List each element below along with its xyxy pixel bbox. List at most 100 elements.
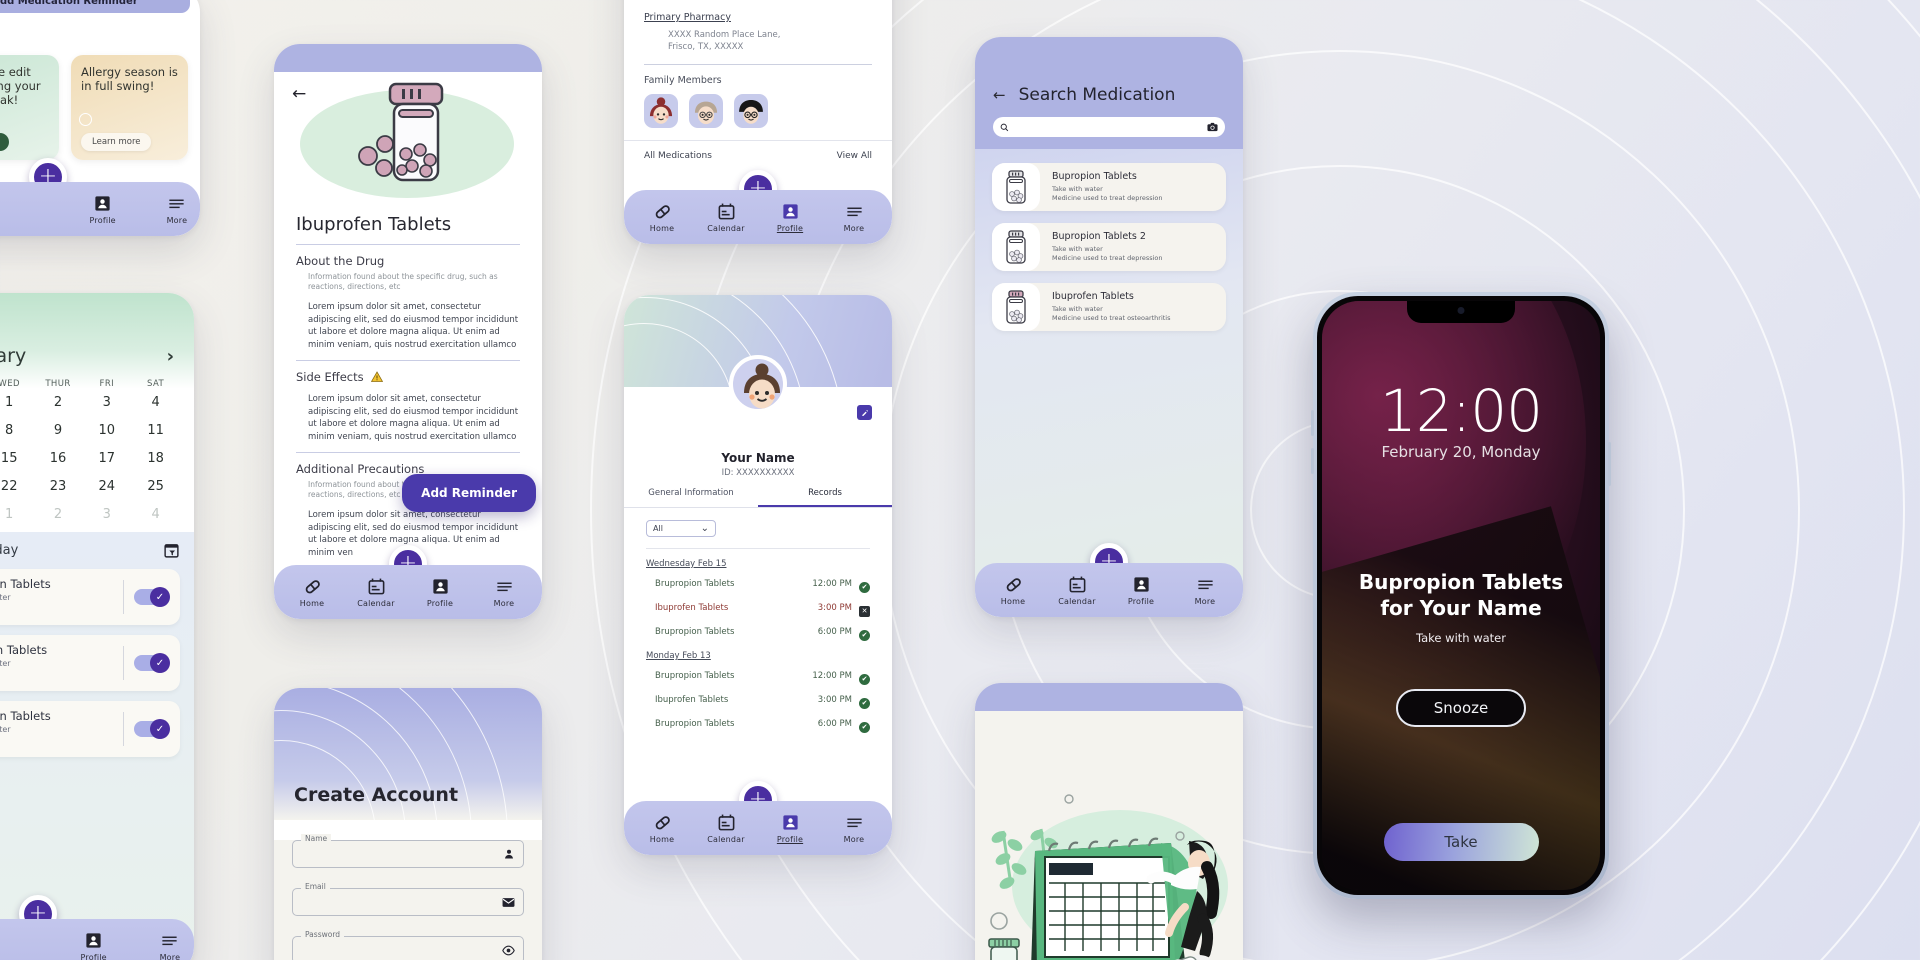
records-filter-select[interactable]: All ⌄	[646, 520, 716, 537]
add-reminder-button[interactable]: Add Reminder	[402, 474, 536, 512]
calendar-day[interactable]: 2	[34, 395, 83, 410]
nav-item-calendar[interactable]: Calendar	[703, 202, 749, 233]
calendar-day[interactable]: 1	[0, 395, 34, 410]
nav-item-home[interactable]: Home	[639, 813, 685, 844]
medication-row[interactable]: Ibuprofen Tablets Take with water 3:00 PM ✓	[0, 635, 180, 691]
calendar-day[interactable]: 2	[34, 507, 83, 522]
medication-info: Ibuprofen Tablets Take with water 3:00 PM	[0, 643, 47, 683]
email-field[interactable]: Email	[292, 882, 524, 916]
nav-item-more[interactable]: More	[831, 813, 877, 844]
woman-with-calendar-illustration	[988, 794, 1228, 960]
nav-item-profile[interactable]: Profile	[417, 577, 463, 608]
tab-general-information[interactable]: General Information	[624, 488, 758, 507]
calendar-day[interactable]: 3	[82, 507, 131, 522]
record-row[interactable]: Brupropion Tablets 12:00 PM ✔	[646, 666, 870, 685]
medication-instruction: Take with water	[0, 593, 11, 602]
nav-item-profile[interactable]: Profile	[767, 202, 813, 233]
calendar-day[interactable]: 16	[34, 451, 83, 466]
search-result-row[interactable]: Bupropion Tablets 2 Take with water Medici…	[992, 223, 1226, 271]
nav-item-profile[interactable]: Profile	[86, 194, 120, 225]
calendar-day[interactable]: 24	[82, 479, 131, 494]
record-status: ✔	[852, 714, 870, 733]
nav-item-home[interactable]: Home	[289, 577, 335, 608]
camera-icon[interactable]	[1207, 122, 1218, 132]
nav-item-home[interactable]: Home	[639, 202, 685, 233]
nav-item-profile[interactable]: Profile	[1118, 575, 1164, 606]
calendar-day-grid: 311234789101114151617182122232425281234	[0, 389, 194, 532]
search-input[interactable]	[993, 117, 1225, 137]
avatar[interactable]	[689, 94, 723, 128]
medication-row[interactable]: Bupropion Tablets Take with water 6:00 PM ✓	[0, 701, 180, 757]
calendar-day[interactable]: 15	[0, 451, 34, 466]
calendar-day[interactable]: 25	[131, 479, 180, 494]
record-row[interactable]: Brupropion Tablets 6:00 PM ✔	[646, 622, 870, 641]
password-field[interactable]: Password	[292, 930, 524, 960]
medication-row[interactable]: Bupropion Tablets Take with water 12:00 PM…	[0, 569, 180, 625]
nav-item-profile[interactable]: Profile	[767, 813, 813, 844]
volume-down-button[interactable]	[1311, 448, 1314, 474]
avatar[interactable]	[734, 94, 768, 128]
avatar[interactable]	[729, 355, 787, 413]
take-button[interactable]: Take	[1383, 823, 1539, 861]
medication-taken-toggle[interactable]: ✓	[134, 587, 170, 607]
record-row[interactable]: Brupropion Tablets 12:00 PM ✔	[646, 574, 870, 593]
front-camera-icon	[1457, 307, 1465, 314]
view-all-link[interactable]: View All	[837, 151, 872, 161]
person-icon	[505, 849, 513, 859]
home-card-cta[interactable]: Learn more	[81, 133, 152, 151]
search-result-row[interactable]: Ibuprofen Tablets Take with water Medicine…	[992, 283, 1226, 331]
name-field[interactable]: Name	[292, 834, 524, 868]
nav-item-more[interactable]: More	[152, 931, 188, 960]
volume-up-button[interactable]	[1311, 410, 1314, 436]
all-medications-row[interactable]: All Medications View All	[624, 140, 892, 161]
record-row[interactable]: Ibuprofen Tablets 3:00 PM ✔	[646, 690, 870, 709]
avatar-black-glasses	[739, 99, 763, 124]
home-card-allergy[interactable]: Allergy season is in full swing! Learn m…	[71, 55, 188, 160]
family-members-label: Family Members	[644, 75, 722, 86]
nav-item-calendar[interactable]: Calendar	[1054, 575, 1100, 606]
calendar-day[interactable]: 17	[82, 451, 131, 466]
medication-taken-toggle[interactable]: ✓	[134, 719, 170, 739]
field-box[interactable]	[292, 888, 524, 916]
calendar-day[interactable]: 22	[0, 479, 34, 494]
calendar-day[interactable]: 4	[131, 507, 180, 522]
pencil-icon	[861, 409, 868, 416]
tab-records[interactable]: Records	[758, 488, 892, 507]
calendar-day[interactable]: 11	[131, 423, 180, 438]
search-result-row[interactable]: Bupropion Tablets Take with water Medicine…	[992, 163, 1226, 211]
medication-taken-toggle[interactable]: ✓	[134, 653, 170, 673]
nav-item-profile[interactable]: Profile	[76, 931, 112, 960]
nav-item-more[interactable]: More	[831, 202, 877, 233]
nav-item-calendar[interactable]: Calendar	[703, 813, 749, 844]
calendar-day[interactable]: 9	[34, 423, 83, 438]
calendar-day[interactable]: 23	[34, 479, 83, 494]
field-box[interactable]	[292, 840, 524, 868]
field-box[interactable]	[292, 936, 524, 960]
result-line-1: Take with water	[1052, 185, 1103, 193]
edit-profile-button[interactable]	[857, 405, 872, 420]
snooze-button[interactable]: Snooze	[1396, 689, 1526, 727]
avatar[interactable]	[644, 94, 678, 128]
power-button[interactable]	[1608, 442, 1611, 486]
nav-item-more[interactable]: More	[1182, 575, 1228, 606]
nav-item-home[interactable]: Home	[990, 575, 1036, 606]
calendar-day[interactable]: 3	[82, 395, 131, 410]
calendar-filter-icon[interactable]	[163, 542, 180, 559]
nav-item-more[interactable]: More	[481, 577, 527, 608]
record-row[interactable]: Ibuprofen Tablets 3:00 PM ✕	[646, 598, 870, 617]
calendar-icon	[718, 814, 734, 830]
records-tabs: General Information Records	[624, 488, 892, 508]
calendar-day[interactable]: 1	[0, 507, 34, 522]
calendar-day[interactable]: 4	[131, 395, 180, 410]
back-button[interactable]: ←	[993, 86, 1006, 104]
nav-item-more[interactable]: More	[160, 194, 194, 225]
home-card-streak[interactable]: in google edit after ining your rion str…	[0, 55, 59, 160]
add-medication-reminder-banner[interactable]: Add Medication Reminder	[0, 0, 190, 13]
calendar-day[interactable]: 8	[0, 423, 34, 438]
home-card-cta[interactable]: more ›	[0, 133, 10, 151]
record-row[interactable]: Brupropion Tablets 6:00 PM ✔	[646, 714, 870, 733]
calendar-day[interactable]: 18	[131, 451, 180, 466]
nav-item-calendar[interactable]: Calendar	[353, 577, 399, 608]
next-month-button[interactable]: ›	[167, 346, 174, 367]
calendar-day[interactable]: 10	[82, 423, 131, 438]
